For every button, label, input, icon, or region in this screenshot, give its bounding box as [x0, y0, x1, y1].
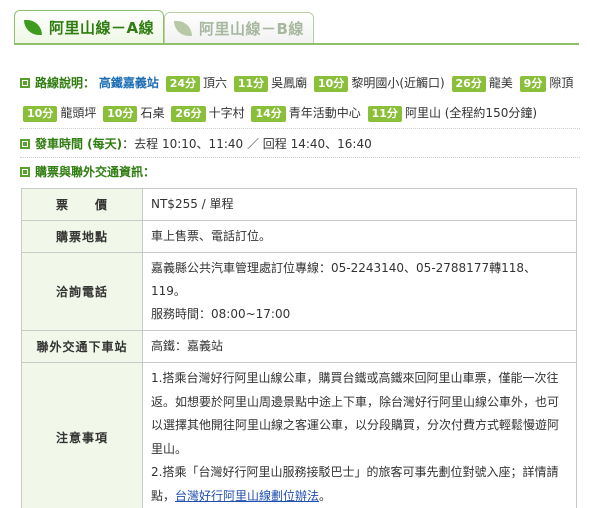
departure-heading: 發車時間 (每天) — [35, 137, 123, 151]
note-2: 2.搭乘「台灣好行阿里山服務接駁巴士」的旅客可事先劃位對號入座；詳情請點，台灣好… — [151, 461, 568, 508]
table-row: 票 價 NT$255 / 單程 — [21, 188, 577, 221]
departure-text: ：去程 10:10、11:40 ／ 回程 14:40、16:40 — [122, 137, 372, 151]
route-stop: 青年活動中心 — [288, 106, 361, 120]
tab-route-b[interactable]: 阿里山線－B線 — [164, 12, 314, 44]
travel-time-badge: 11分 — [367, 106, 402, 122]
purchase-location-label: 購票地點 — [21, 220, 143, 253]
departure-line: 發車時間 (每天)：去程 10:10、11:40 ／ 回程 14:40、16:4… — [20, 129, 580, 159]
route-stop: 龍美 — [488, 76, 513, 90]
ticket-info-table: 票 價 NT$255 / 單程 購票地點 車上售票、電話訂位。 洽詢電話 嘉義縣… — [21, 188, 577, 508]
departure-times: 發車時間 (每天)：去程 10:10、11:40 ／ 回程 14:40、16:4… — [20, 129, 580, 159]
route-stop: 十字村 — [208, 106, 245, 120]
leaf-icon — [24, 19, 44, 36]
travel-time-badge: 10分 — [103, 106, 138, 122]
travel-time-badge: 24分 — [165, 76, 200, 92]
tickets-line: 購票與聯外交通資訊： — [20, 157, 580, 187]
transfer-station-label: 聯外交通下車站 — [21, 330, 143, 363]
route-heading: 路線說明： — [35, 76, 96, 90]
route-first-stop: 高鐵嘉義站 — [98, 76, 159, 90]
notes-label: 注意事項 — [21, 362, 143, 508]
travel-time-badge: 10分 — [314, 76, 349, 92]
price-value: NT$255 / 單程 — [142, 188, 577, 221]
phone-label: 洽詢電話 — [21, 252, 143, 331]
travel-time-badge: 11分 — [233, 76, 269, 92]
transfer-station-value: 高鐵：嘉義站 — [142, 330, 577, 363]
square-bullet-icon — [20, 139, 30, 149]
square-bullet-icon — [20, 78, 30, 88]
travel-time-badge: 10分 — [23, 106, 58, 122]
note-1: 1.搭乘台灣好行阿里山線公車，購買台鐵或高鐵來回阿里山車票，僅能一次往返。如想要… — [151, 371, 560, 456]
phone-numbers: 嘉義縣公共汽車管理處訂位專線：05-2243140、05-2788177轉118… — [151, 261, 536, 298]
purchase-location-value: 車上售票、電話訂位。 — [142, 220, 577, 253]
table-row: 洽詢電話 嘉義縣公共汽車管理處訂位專線：05-2243140、05-278817… — [21, 252, 577, 331]
travel-time-badge: 9分 — [519, 76, 547, 92]
tab-route-b-label: 阿里山線－B線 — [199, 20, 304, 38]
travel-time-badge: 26分 — [451, 76, 486, 92]
route-tabs: 阿里山線－A線 阿里山線－B線 — [14, 10, 579, 44]
price-label: 票 價 — [21, 188, 143, 221]
travel-time-badge: 14分 — [251, 106, 286, 122]
tickets-section: 購票與聯外交通資訊： — [20, 157, 580, 187]
square-bullet-icon — [20, 167, 30, 177]
route-stop: 頂六 — [203, 76, 228, 90]
route-stop: 石桌 — [140, 106, 165, 120]
tickets-heading: 購票與聯外交通資訊： — [35, 165, 156, 179]
tab-divider — [14, 43, 579, 45]
travel-time-badge: 26分 — [171, 106, 206, 122]
route-stop: 隙頂 — [549, 76, 574, 90]
table-row: 聯外交通下車站 高鐵：嘉義站 — [21, 330, 577, 363]
leaf-icon — [174, 20, 194, 37]
table-row: 注意事項 1.搭乘台灣好行阿里山線公車，購買台鐵或高鐵來回阿里山車票，僅能一次往… — [21, 362, 577, 508]
route-description: 路線說明： 高鐵嘉義站 24分 頂六 11分 吳鳳廟 10分 黎明國小(近觸口) 26… — [20, 68, 580, 128]
table-row: 購票地點 車上售票、電話訂位。 — [21, 220, 577, 253]
tab-route-a[interactable]: 阿里山線－A線 — [14, 10, 164, 44]
phone-value: 嘉義縣公共汽車管理處訂位專線：05-2243140、05-2788177轉118… — [142, 252, 577, 331]
tab-route-a-label: 阿里山線－A線 — [49, 19, 155, 37]
route-stop: 阿里山 (全程約150分鐘) — [404, 106, 538, 120]
route-stop: 吳鳳廟 — [271, 76, 308, 90]
notes-value: 1.搭乘台灣好行阿里山線公車，購買台鐵或高鐵來回阿里山車票，僅能一次往返。如想要… — [142, 362, 577, 508]
route-stop: 黎明國小(近觸口) — [351, 76, 445, 90]
seat-booking-link[interactable]: 台灣好行阿里山線劃位辦法 — [175, 489, 319, 503]
note-2-suffix: 。 — [319, 488, 332, 503]
service-hours: 服務時間：08:00~17:00 — [151, 307, 291, 321]
route-text: 路線說明： 高鐵嘉義站 24分 頂六 11分 吳鳳廟 10分 黎明國小(近觸口) 26… — [20, 68, 580, 128]
route-stop: 龍頭坪 — [60, 106, 97, 120]
